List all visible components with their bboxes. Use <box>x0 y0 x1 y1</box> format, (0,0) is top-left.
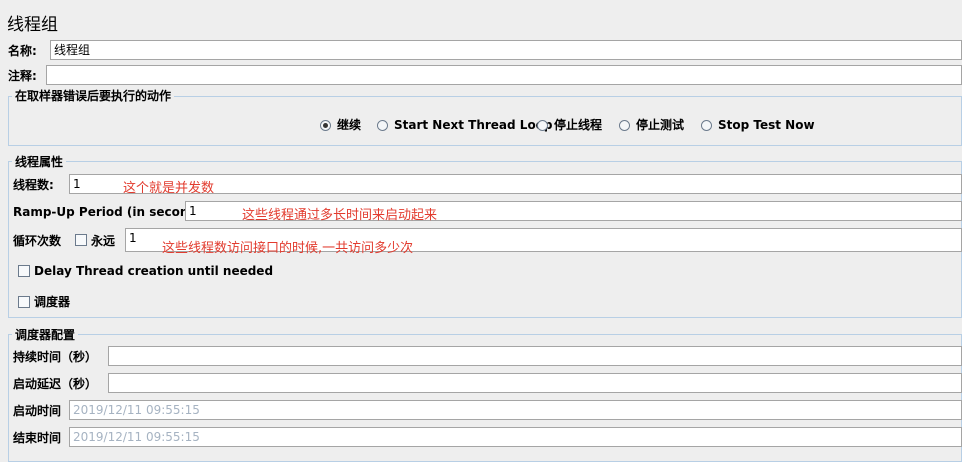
start-time-input[interactable]: 2019/12/11 09:55:15 <box>69 400 962 420</box>
scheduler-label[interactable]: 调度器 <box>34 294 70 310</box>
radio-start-next-loop-label[interactable]: Start Next Thread Loop <box>394 117 553 133</box>
radio-continue[interactable] <box>320 120 331 131</box>
end-time-label: 结束时间 <box>13 431 62 445</box>
scheduler-config-title: 调度器配置 <box>12 328 79 342</box>
name-label: 名称: <box>8 44 37 58</box>
radio-stop-test-label[interactable]: 停止测试 <box>636 117 684 133</box>
duration-input[interactable] <box>108 346 962 366</box>
thread-props-title: 线程属性 <box>12 155 67 169</box>
start-time-label: 启动时间 <box>13 404 62 418</box>
startup-delay-input[interactable] <box>108 373 962 393</box>
radio-stop-thread-label[interactable]: 停止线程 <box>554 117 602 133</box>
radio-stop-thread[interactable] <box>537 120 548 131</box>
forever-checkbox[interactable] <box>75 234 87 246</box>
radio-stop-test[interactable] <box>619 120 630 131</box>
threads-label: 线程数: <box>13 178 54 192</box>
delay-checkbox[interactable] <box>18 265 30 277</box>
scheduler-checkbox[interactable] <box>18 296 30 308</box>
loop-label: 循环次数 <box>13 234 62 248</box>
rampup-note: 这些线程通过多长时间来启动起来 <box>242 208 438 223</box>
comment-input[interactable] <box>46 65 962 85</box>
radio-continue-label[interactable]: 继续 <box>337 117 361 133</box>
error-action-title: 在取样器错误后要执行的动作 <box>12 89 175 103</box>
name-input[interactable]: 线程组 <box>50 40 962 60</box>
comment-label: 注释: <box>8 69 37 83</box>
forever-label[interactable]: 永远 <box>91 233 115 249</box>
duration-label: 持续时间（秒） <box>13 350 98 364</box>
threads-note: 这个就是并发数 <box>123 181 215 196</box>
page-title: 线程组 <box>7 15 58 35</box>
end-time-input[interactable]: 2019/12/11 09:55:15 <box>69 427 962 447</box>
startup-delay-label: 启动延迟（秒） <box>13 377 98 391</box>
radio-stop-test-now[interactable] <box>701 120 712 131</box>
radio-stop-test-now-label[interactable]: Stop Test Now <box>718 117 815 133</box>
delay-label[interactable]: Delay Thread creation until needed <box>34 263 273 279</box>
radio-start-next-loop[interactable] <box>377 120 388 131</box>
loop-note: 这些线程数访问接口的时候,一共访问多少次 <box>162 241 414 256</box>
